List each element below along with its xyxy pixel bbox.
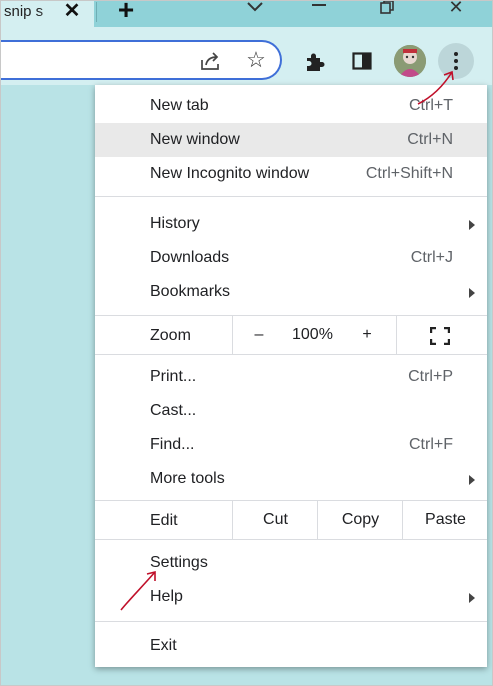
menu-item-settings[interactable]: Settings <box>95 546 487 580</box>
menu-item-bookmarks[interactable]: Bookmarks <box>95 275 487 309</box>
edit-row: Edit Cut Copy Paste <box>95 501 487 539</box>
menu-item-new-tab[interactable]: New tab Ctrl+T <box>95 89 487 123</box>
zoom-level: 100% <box>292 326 333 343</box>
menu-dot <box>454 66 458 70</box>
menu-item-label: New window <box>150 131 240 148</box>
menu-item-label: Exit <box>150 637 177 654</box>
menu-item-label: Settings <box>150 554 208 571</box>
submenu-arrow-icon <box>469 475 475 485</box>
menu-item-exit[interactable]: Exit <box>95 629 487 663</box>
address-bar[interactable] <box>0 42 280 78</box>
menu-item-label: New Incognito window <box>150 165 310 182</box>
restore-icon[interactable] <box>380 0 394 14</box>
menu-item-find[interactable]: Find... Ctrl+F <box>95 428 487 462</box>
browser-toolbar: ☆ <box>0 27 493 85</box>
tab-strip: snip s ✕ + ✕ <box>0 0 493 27</box>
menu-item-downloads[interactable]: Downloads Ctrl+J <box>95 241 487 275</box>
menu-dot <box>454 59 458 63</box>
bookmark-star-icon[interactable]: ☆ <box>244 49 268 73</box>
side-panel-icon[interactable] <box>352 52 372 70</box>
menu-item-more-tools[interactable]: More tools <box>95 462 487 496</box>
menu-item-label: Print... <box>150 368 197 385</box>
avatar-image <box>394 45 426 77</box>
menu-item-label: History <box>150 215 200 232</box>
menu-item-label: More tools <box>150 470 225 487</box>
menu-separator <box>95 621 487 622</box>
menu-separator <box>95 539 487 540</box>
share-icon[interactable] <box>200 51 222 71</box>
menu-item-shortcut: Ctrl+T <box>409 97 453 114</box>
menu-dot <box>454 52 458 56</box>
tab-search-chevron-icon[interactable] <box>245 0 265 16</box>
zoom-out-button[interactable]: – <box>251 326 267 344</box>
paste-button[interactable]: Paste <box>402 501 488 539</box>
zoom-in-button[interactable]: + <box>359 326 375 344</box>
tab-divider <box>96 2 97 22</box>
extensions-puzzle-icon[interactable] <box>304 51 326 73</box>
menu-item-new-window[interactable]: New window Ctrl+N <box>95 123 487 157</box>
menu-item-shortcut: Ctrl+P <box>408 368 453 385</box>
menu-item-label: New tab <box>150 97 209 114</box>
submenu-arrow-icon <box>469 220 475 230</box>
menu-item-cast[interactable]: Cast... <box>95 394 487 428</box>
zoom-controls: – 100% + <box>232 316 397 354</box>
menu-item-shortcut: Ctrl+F <box>409 436 453 453</box>
submenu-arrow-icon <box>469 593 475 603</box>
cut-button[interactable]: Cut <box>232 501 318 539</box>
copy-button[interactable]: Copy <box>317 501 403 539</box>
menu-item-shortcut: Ctrl+N <box>407 131 453 148</box>
tab-close-icon[interactable]: ✕ <box>62 0 82 24</box>
menu-item-shortcut: Ctrl+Shift+N <box>365 165 453 182</box>
menu-item-history[interactable]: History <box>95 207 487 241</box>
menu-item-label: Help <box>150 588 183 605</box>
browser-tab[interactable]: snip s ✕ <box>0 0 94 27</box>
fullscreen-icon <box>430 327 450 345</box>
menu-kebab-icon[interactable] <box>438 43 474 79</box>
menu-item-label: Cast... <box>150 402 197 419</box>
minimize-icon[interactable] <box>312 4 326 6</box>
submenu-arrow-icon <box>469 288 475 298</box>
new-tab-button[interactable]: + <box>112 0 140 25</box>
menu-item-label: Find... <box>150 436 195 453</box>
menu-separator <box>95 354 487 355</box>
fullscreen-button[interactable] <box>396 316 488 354</box>
menu-item-help[interactable]: Help <box>95 580 487 614</box>
zoom-row: Zoom – 100% + <box>95 316 487 354</box>
menu-item-label: Bookmarks <box>150 283 231 300</box>
menu-item-shortcut: Ctrl+J <box>410 249 453 266</box>
menu-item-label: Downloads <box>150 249 230 266</box>
menu-separator <box>95 196 487 197</box>
profile-avatar[interactable] <box>394 45 426 77</box>
zoom-label: Zoom <box>150 327 191 344</box>
tab-title-fade <box>38 0 62 27</box>
menu-item-new-incognito-window[interactable]: New Incognito window Ctrl+Shift+N <box>95 157 487 191</box>
chrome-menu: New tab Ctrl+T New window Ctrl+N New Inc… <box>95 85 487 667</box>
edit-label: Edit <box>150 512 178 529</box>
window-close-icon[interactable]: ✕ <box>446 0 466 18</box>
menu-item-print[interactable]: Print... Ctrl+P <box>95 360 487 394</box>
